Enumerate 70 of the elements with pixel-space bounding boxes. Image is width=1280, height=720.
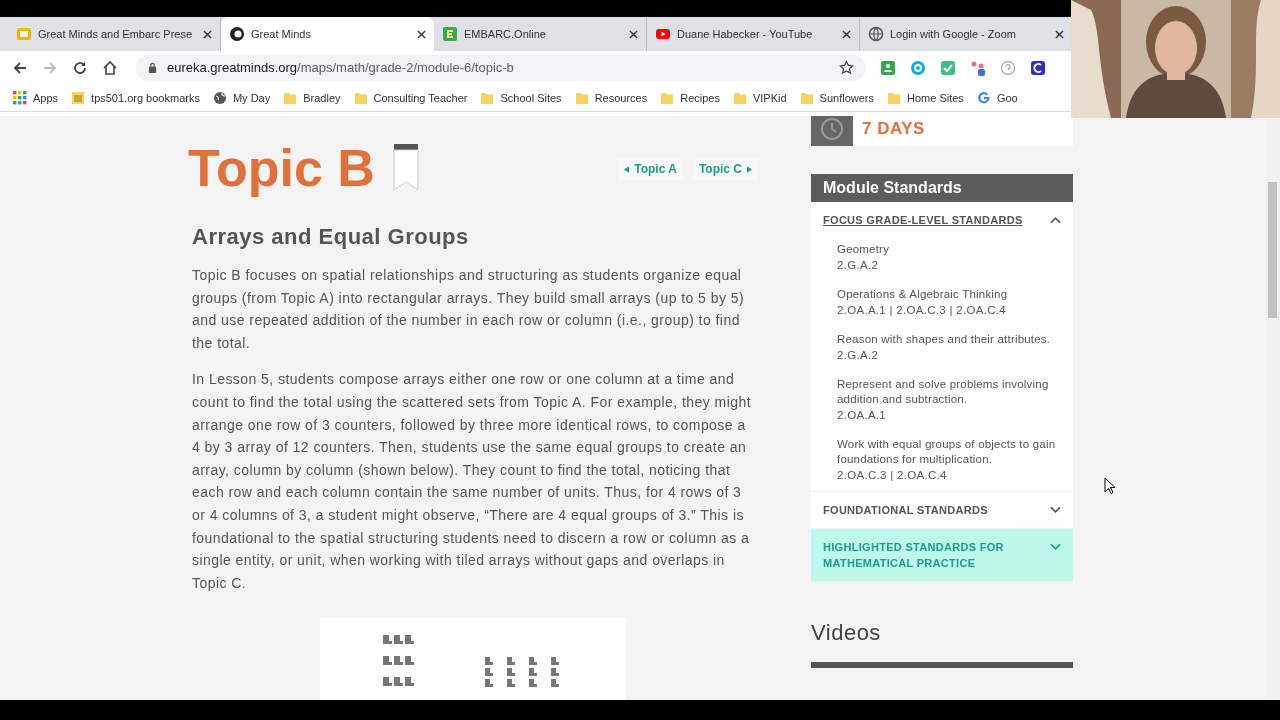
folder-icon — [799, 90, 814, 105]
cursor-icon — [1104, 477, 1116, 495]
bookmark[interactable]: Home Sites — [887, 90, 964, 105]
section-heading: Videos — [811, 620, 882, 646]
bookmark[interactable]: Resources — [574, 90, 648, 105]
folder-icon — [574, 90, 589, 105]
close-icon[interactable] — [842, 29, 851, 39]
close-icon[interactable] — [1055, 29, 1064, 39]
standard-codes: 2.OA.A.1 — [837, 408, 888, 423]
apps-icon — [13, 90, 27, 105]
clock-icon — [820, 117, 844, 141]
globe-icon — [212, 90, 227, 105]
logo-icon — [442, 26, 458, 42]
page-title: Topic B — [188, 140, 375, 196]
duration-label: 7 DAYS — [862, 119, 925, 139]
browser-tab[interactable]: Great Minds — [221, 17, 434, 51]
standard-codes: 2.G.A.2 — [837, 258, 880, 273]
bookmark[interactable]: Bradley — [283, 90, 341, 105]
standard-codes: 2.OA.C.3 | 2.OA.C.4 — [837, 468, 948, 483]
caret-left-icon — [624, 165, 630, 173]
folder-icon — [480, 90, 495, 105]
play-icon — [655, 26, 671, 42]
folder-icon — [660, 90, 675, 105]
bookmark[interactable]: School Sites — [480, 90, 562, 105]
standard-name: Operations & Algebraic Thinking — [837, 287, 1009, 302]
close-icon[interactable] — [417, 29, 426, 39]
extension-icon[interactable] — [970, 59, 986, 76]
bookmark[interactable]: tps501.org bookmarks — [71, 90, 200, 105]
home-icon[interactable] — [102, 59, 118, 76]
lock-icon — [148, 62, 157, 73]
standard-name: Reason with shapes and their attributes. — [837, 332, 1052, 347]
bookmark[interactable]: My Day — [212, 90, 271, 105]
bookmark[interactable]: Goo — [976, 90, 1018, 105]
chevron-up-icon — [1050, 216, 1061, 224]
bookmark[interactable]: Recipes — [660, 90, 720, 105]
caret-right-icon — [747, 165, 752, 173]
paragraph: Topic B focuses on spatial relationships and structuring as students organize equal groups (from Topic A) into rectangular arrays. They build small arrays (up to 5 by 5) and use repeated addition of the number in each row or column (i.e., group) to find the total. — [192, 266, 746, 353]
panel-title: Module Standards — [823, 179, 962, 197]
section-heading: Arrays and Equal Groups — [192, 224, 470, 250]
folder-icon — [353, 90, 368, 105]
slides-icon — [16, 26, 32, 42]
folder-icon — [732, 90, 747, 105]
address-bar[interactable]: eureka.greatminds.org/maps/math/grade-2/module-6/topic-b — [136, 54, 866, 81]
bookmark[interactable]: Sunflowers — [799, 90, 874, 105]
folder-icon — [887, 90, 901, 105]
globe-icon — [868, 26, 884, 42]
paragraph: In Lesson 5, students compose arrays either one row or one column at a time and count to find the total using the scattered sets from Topic A. For example, they might arrange one row of 3 counters, followed by three more identical rows, to compose a 4 by 3 array of 12 counters. Then, students use the same equal groups to create an array, column by column (shown below). They count to find the total, noticing that each row and each column contain the same number of units. Thus, for 4 rows of 3 or 4 columns of 3, a student might observe, “There are 4 equal groups of 3.” This is foundational to the spatial structuring students need to discern a row or column as a single entity, or unit, when working with tiled arrays without gaps and overlaps in Topic C. — [192, 370, 753, 593]
close-icon[interactable] — [629, 29, 638, 39]
back-icon[interactable] — [12, 59, 28, 76]
accordion-header[interactable]: FOCUS GRADE-LEVEL STANDARDS — [811, 202, 1073, 238]
bookmark[interactable]: VIPKid — [732, 90, 787, 105]
extension-icon[interactable] — [1030, 59, 1046, 76]
star-icon[interactable] — [839, 60, 854, 75]
logo-icon — [229, 26, 245, 42]
bookmark[interactable]: Apps — [13, 90, 59, 105]
standard-codes: 2.OA.A.1 | 2.OA.C.3 | 2.OA.C.4 — [837, 303, 1007, 318]
standard-codes: 2.G.A.2 — [837, 348, 880, 363]
chevron-down-icon — [1050, 543, 1061, 551]
reload-icon[interactable] — [72, 59, 88, 76]
chevron-down-icon — [1050, 506, 1061, 514]
accordion-header[interactable]: FOUNDATIONAL STANDARDS — [811, 492, 1073, 528]
standard-name: Represent and solve problems involving addition and subtraction. — [837, 377, 1050, 407]
bookmark-icon[interactable] — [392, 144, 419, 192]
close-icon[interactable] — [203, 29, 212, 39]
bookmark[interactable]: Consulting Teacher — [353, 90, 468, 105]
folder-icon — [283, 90, 298, 105]
bookmark-page-icon — [71, 90, 86, 105]
google-icon — [976, 90, 991, 105]
standard-name: Work with equal groups of objects to gain foundations for multiplication. — [837, 437, 1057, 467]
standard-name: Geometry — [837, 242, 891, 257]
